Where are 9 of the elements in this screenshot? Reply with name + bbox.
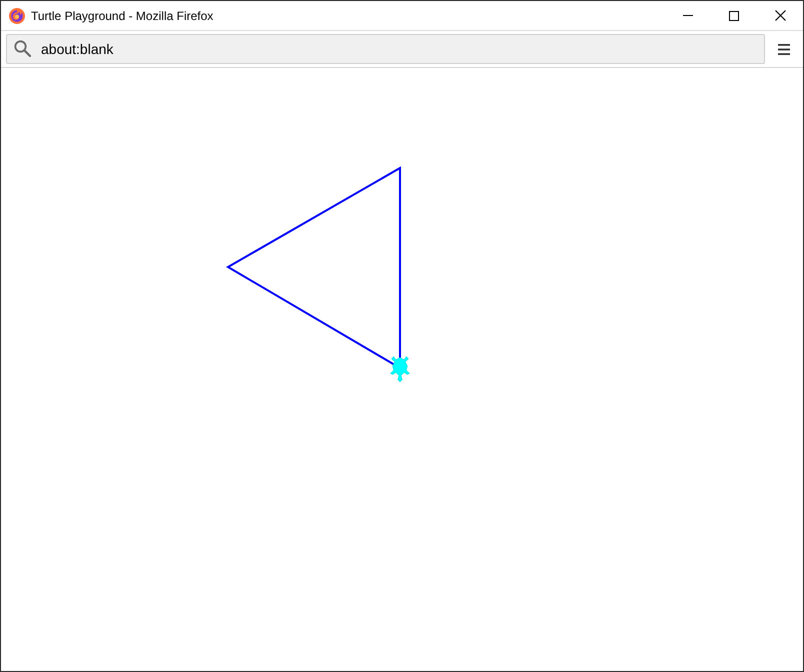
minimize-icon [683, 15, 693, 16]
address-field[interactable]: about:blank [6, 34, 765, 64]
browser-logo-icon [9, 8, 25, 24]
menu-icon [778, 44, 790, 54]
window-title: Turtle Playground - Mozilla Firefox [31, 10, 214, 22]
close-icon [774, 10, 786, 21]
turtle-icon [390, 356, 410, 382]
search-icon [14, 40, 31, 57]
maximize-icon [729, 10, 739, 20]
